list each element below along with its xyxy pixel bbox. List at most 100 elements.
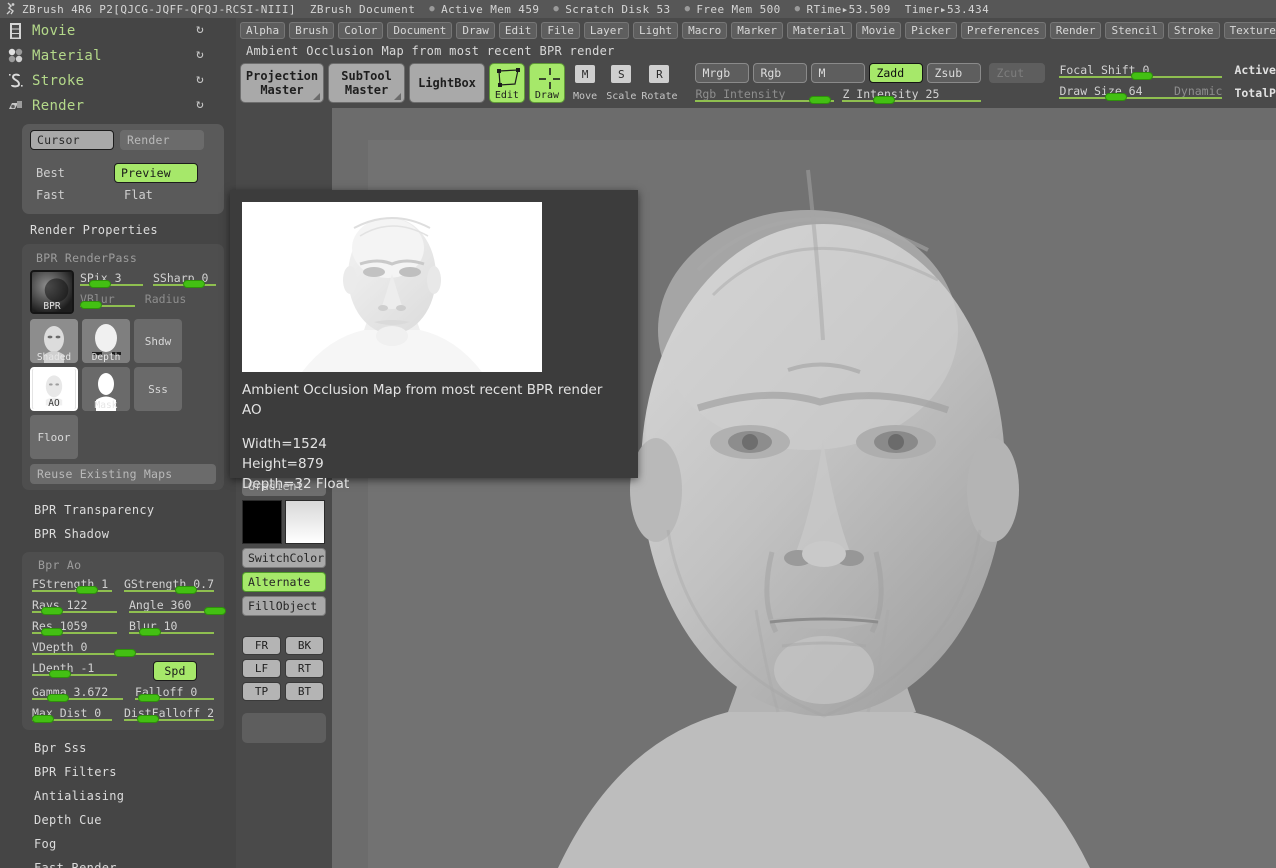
view-top-button[interactable]: TP bbox=[242, 682, 281, 701]
menu-macro[interactable]: Macro bbox=[682, 22, 728, 39]
menu-preferences[interactable]: Preferences bbox=[960, 22, 1046, 39]
spix-slider[interactable]: SPix 3 bbox=[80, 271, 143, 288]
fstrength-knob[interactable] bbox=[75, 586, 98, 594]
sidebar-item-bpr-sss[interactable]: Bpr Sss bbox=[0, 736, 236, 760]
ldepth-knob[interactable] bbox=[49, 670, 71, 678]
rays-slider[interactable]: Rays 122 bbox=[32, 598, 117, 615]
menu-stroke[interactable]: Stroke bbox=[1167, 22, 1220, 39]
menu-color[interactable]: Color bbox=[338, 22, 384, 39]
pass-floor-thumbnail[interactable]: Floor bbox=[30, 415, 78, 459]
projection-master-button[interactable]: Projection Master bbox=[240, 63, 324, 103]
refresh-icon-material[interactable]: ↻ bbox=[196, 48, 208, 61]
zsub-button[interactable]: Zsub bbox=[927, 63, 982, 83]
menu-marker[interactable]: Marker bbox=[731, 22, 783, 39]
falloff-knob[interactable] bbox=[138, 694, 161, 702]
focal-shift-slider[interactable]: Focal Shift 0 bbox=[1059, 63, 1223, 80]
vdepth-slider[interactable]: VDepth 0 bbox=[32, 640, 214, 657]
menu-edit[interactable]: Edit bbox=[498, 22, 538, 39]
sidebar-item-depth-cue[interactable]: Depth Cue bbox=[0, 808, 236, 832]
vblur-slider[interactable]: VBlur bbox=[80, 292, 135, 309]
menu-movie[interactable]: Movie bbox=[855, 22, 902, 39]
primary-color-swatch[interactable] bbox=[242, 500, 282, 544]
maxdist-slider[interactable]: Max Dist 0 bbox=[32, 706, 112, 723]
menu-document[interactable]: Document bbox=[387, 22, 453, 39]
draw-size-knob[interactable] bbox=[1105, 93, 1128, 101]
refresh-icon-render[interactable]: ↻ bbox=[196, 98, 208, 111]
render-properties-section[interactable]: Render Properties bbox=[0, 218, 236, 242]
menu-draw[interactable]: Draw bbox=[456, 22, 495, 39]
menu-material[interactable]: Material bbox=[786, 22, 852, 39]
flat-button[interactable]: Flat bbox=[114, 188, 198, 202]
sidebar-item-fast-render[interactable]: Fast Render bbox=[0, 856, 236, 868]
res-slider[interactable]: Res 1059 bbox=[32, 619, 117, 636]
preview-button[interactable]: Preview bbox=[114, 163, 198, 183]
fast-button[interactable]: Fast bbox=[30, 188, 114, 202]
palette-row-render[interactable]: Render ↻ bbox=[0, 93, 236, 118]
best-button[interactable]: Best bbox=[30, 166, 114, 180]
bpr-preview-thumbnail[interactable]: BPR bbox=[30, 270, 74, 314]
rgb-intensity-slider[interactable]: Rgb Intensity bbox=[695, 87, 835, 104]
refresh-icon-movie[interactable]: ↻ bbox=[196, 23, 208, 36]
render-button[interactable]: Render bbox=[120, 130, 204, 150]
z-intensity-slider[interactable]: Z Intensity 25 bbox=[842, 87, 982, 104]
fstrength-slider[interactable]: FStrength 1 bbox=[32, 577, 112, 594]
distfalloff-slider[interactable]: DistFalloff 2 bbox=[123, 706, 214, 723]
ssharp-knob[interactable] bbox=[183, 280, 206, 288]
subtool-master-expand-icon[interactable] bbox=[394, 93, 402, 100]
view-left-button[interactable]: LF bbox=[242, 659, 281, 678]
view-bottom-button[interactable]: BT bbox=[285, 682, 324, 701]
bpr-shadow-section[interactable]: BPR Shadow bbox=[0, 522, 236, 546]
edit-mode-button[interactable]: Edit bbox=[488, 63, 525, 103]
ldepth-slider[interactable]: LDepth -1 bbox=[32, 661, 117, 678]
menu-light[interactable]: Light bbox=[632, 22, 679, 39]
sidebar-item-bpr-filters[interactable]: BPR Filters bbox=[0, 760, 236, 784]
vdepth-knob[interactable] bbox=[113, 649, 136, 657]
switch-color-button[interactable]: SwitchColor bbox=[242, 548, 326, 568]
focal-shift-knob[interactable] bbox=[1131, 72, 1154, 80]
scale-button[interactable]: S Scale bbox=[605, 63, 637, 103]
alternate-button[interactable]: Alternate bbox=[242, 572, 326, 592]
blur-slider[interactable]: Blur 10 bbox=[129, 619, 214, 636]
dynamic-toggle[interactable]: Dynamic bbox=[1174, 84, 1222, 98]
palette-row-stroke[interactable]: Stroke ↻ bbox=[0, 68, 236, 93]
fill-object-button[interactable]: FillObject bbox=[242, 596, 326, 616]
pass-ao-thumbnail[interactable]: AO bbox=[30, 367, 78, 411]
reuse-existing-maps-button[interactable]: Reuse Existing Maps bbox=[30, 464, 216, 484]
vblur-knob[interactable] bbox=[80, 301, 102, 309]
cursor-button[interactable]: Cursor bbox=[30, 130, 114, 150]
palette-row-movie[interactable]: Movie ↻ bbox=[0, 18, 236, 43]
pass-mask-thumbnail[interactable]: Mask bbox=[82, 367, 130, 411]
menu-layer[interactable]: Layer bbox=[583, 22, 629, 39]
menu-picker[interactable]: Picker bbox=[905, 22, 957, 39]
z-intensity-knob[interactable] bbox=[873, 96, 896, 104]
view-back-button[interactable]: BK bbox=[285, 636, 324, 655]
view-right-button[interactable]: RT bbox=[285, 659, 324, 678]
menu-brush[interactable]: Brush bbox=[289, 22, 335, 39]
gstrength-slider[interactable]: GStrength 0.7 bbox=[123, 577, 214, 594]
menu-file[interactable]: File bbox=[541, 22, 580, 39]
pass-sss-thumbnail[interactable]: Sss bbox=[134, 367, 182, 411]
menu-alpha[interactable]: Alpha bbox=[240, 22, 286, 39]
move-button[interactable]: M Move bbox=[569, 63, 601, 103]
spix-knob[interactable] bbox=[88, 280, 111, 288]
maxdist-knob[interactable] bbox=[32, 715, 54, 723]
rgb-intensity-knob[interactable] bbox=[809, 96, 832, 104]
zcut-button[interactable]: Zcut bbox=[989, 63, 1046, 83]
rgb-button[interactable]: Rgb bbox=[753, 63, 808, 83]
distfalloff-knob[interactable] bbox=[136, 715, 159, 723]
angle-slider[interactable]: Angle 360 bbox=[129, 598, 226, 615]
rotate-button[interactable]: R Rotate bbox=[641, 63, 678, 103]
subtool-master-button[interactable]: SubTool Master bbox=[328, 63, 406, 103]
pass-depth-thumbnail[interactable]: Depth bbox=[82, 319, 130, 363]
mrgb-button[interactable]: Mrgb bbox=[695, 63, 750, 83]
draw-size-slider[interactable]: Draw Size 64 Dynamic bbox=[1059, 84, 1223, 101]
falloff-slider[interactable]: Falloff 0 bbox=[134, 685, 214, 702]
radius-slider[interactable]: Radius bbox=[145, 292, 216, 308]
menu-stencil[interactable]: Stencil bbox=[1105, 22, 1164, 39]
blur-knob[interactable] bbox=[139, 628, 162, 636]
view-front-button[interactable]: FR bbox=[242, 636, 281, 655]
spd-button[interactable]: Spd bbox=[153, 661, 197, 681]
sidebar-item-fog[interactable]: Fog bbox=[0, 832, 236, 856]
ssharp-slider[interactable]: SSharp 0 bbox=[153, 271, 216, 288]
secondary-color-swatch[interactable] bbox=[285, 500, 325, 544]
